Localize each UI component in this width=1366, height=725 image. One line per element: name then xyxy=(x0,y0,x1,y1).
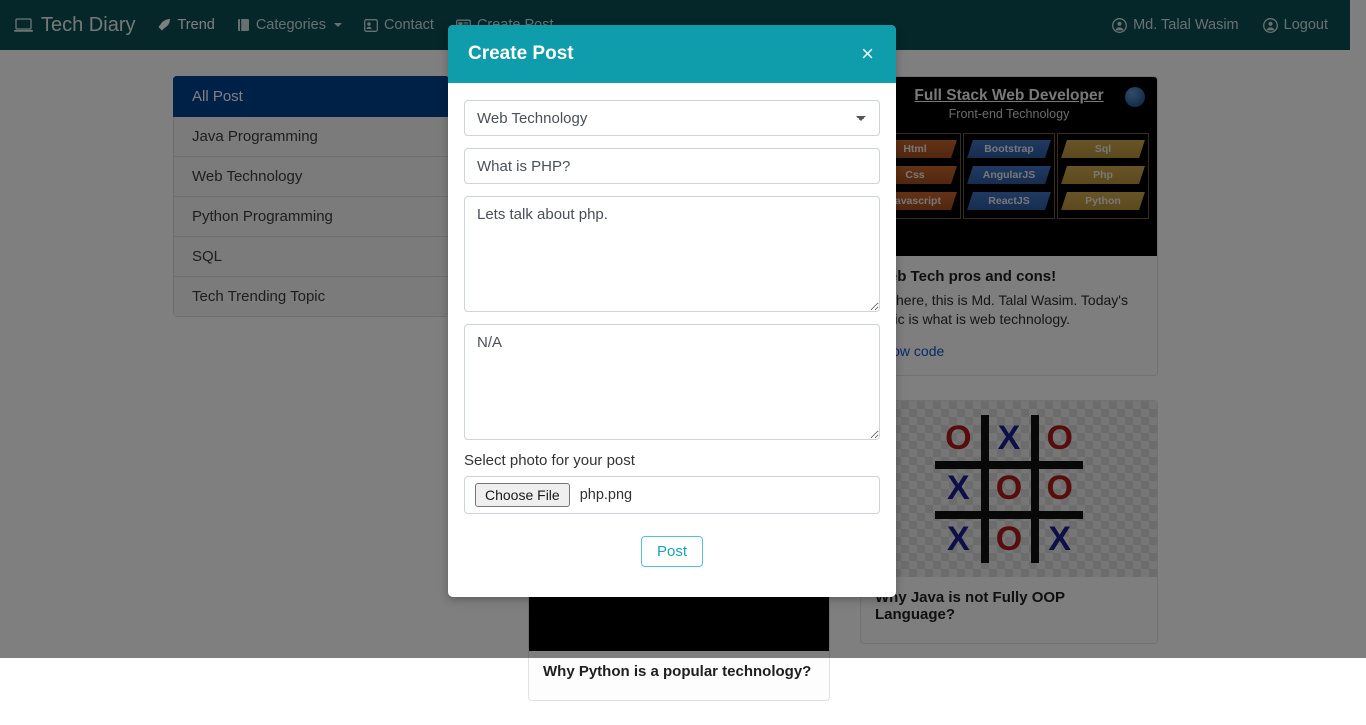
file-input-label: Select photo for your post xyxy=(464,452,635,469)
modal-title: Create Post xyxy=(468,43,574,64)
post-body-textarea[interactable] xyxy=(464,196,880,312)
post-title: Why Python is a popular technology? xyxy=(543,663,812,680)
post-card-body: Why Python is a popular technology? xyxy=(529,651,829,700)
choose-file-button[interactable]: Choose File xyxy=(475,483,570,507)
modal-footer: Post xyxy=(464,514,880,567)
file-input[interactable]: Choose File php.png xyxy=(464,476,880,514)
post-code-textarea[interactable] xyxy=(464,324,880,440)
create-post-modal: Create Post × Web Technology Java Progra… xyxy=(448,25,896,597)
modal-header: Create Post × xyxy=(448,25,896,83)
modal-body: Web Technology Java Programming Python P… xyxy=(448,83,896,567)
selected-file-name: php.png xyxy=(579,487,633,503)
category-select[interactable]: Web Technology Java Programming Python P… xyxy=(464,100,880,136)
close-icon[interactable]: × xyxy=(859,43,876,65)
post-title-input[interactable] xyxy=(464,148,880,184)
post-submit-button[interactable]: Post xyxy=(640,536,703,567)
